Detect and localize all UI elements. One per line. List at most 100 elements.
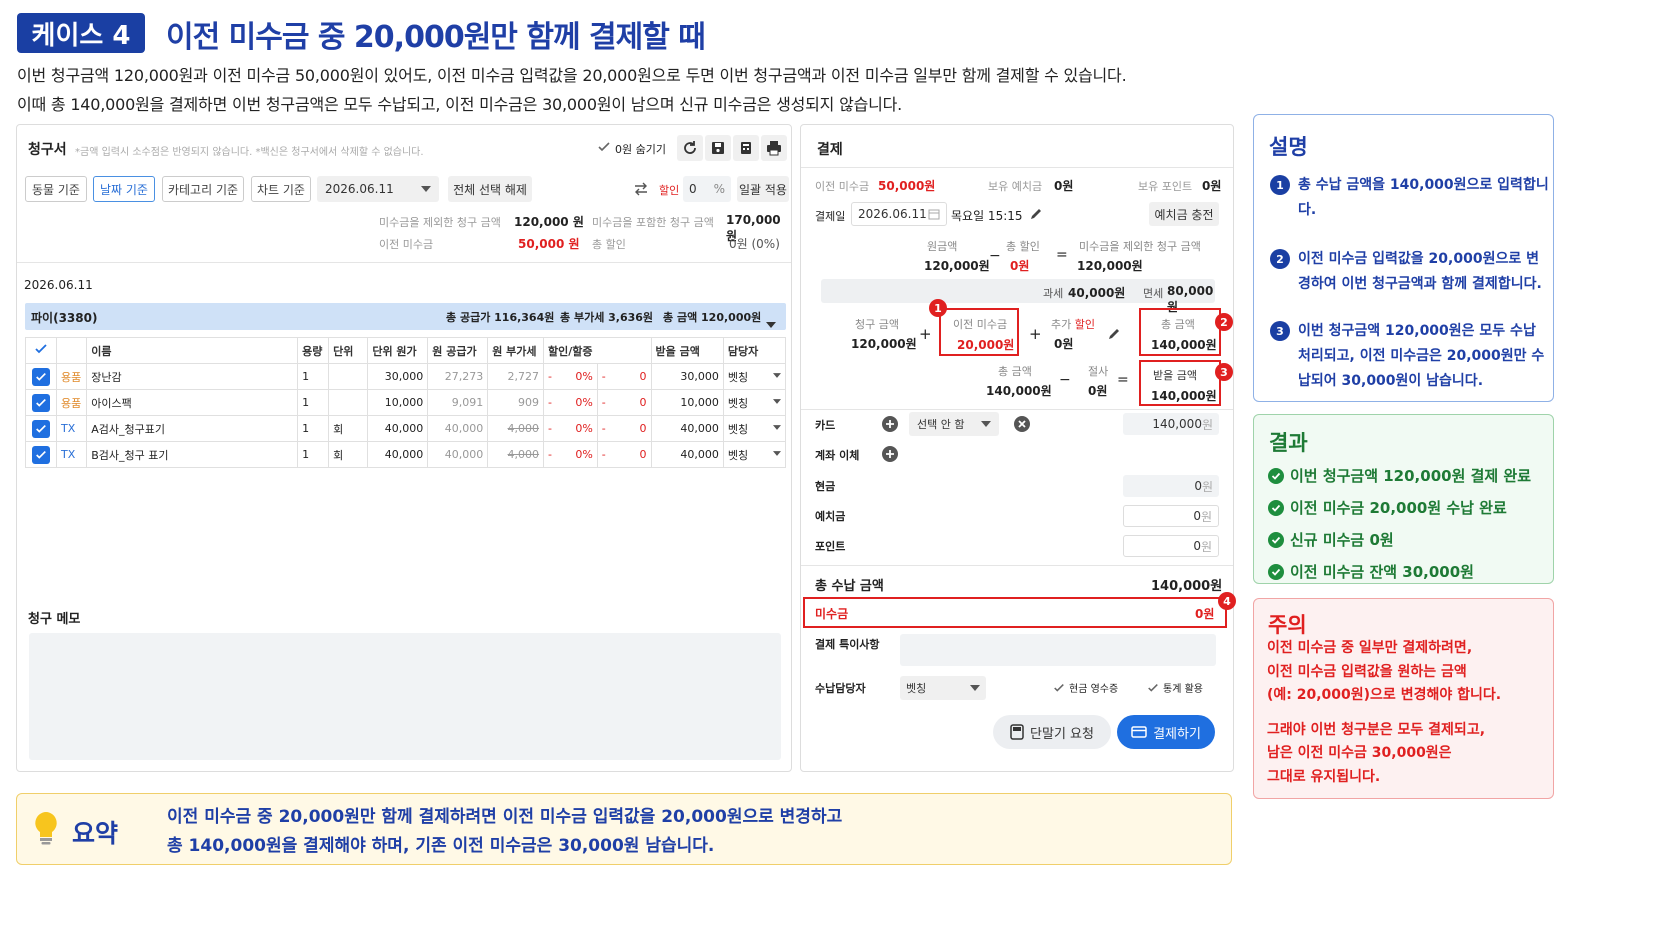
pencil-icon[interactable] <box>1029 206 1043 225</box>
chevron-down-icon <box>766 313 776 332</box>
points-label: 보유 포인트 <box>1138 180 1193 193</box>
card-select[interactable]: 선택 안 함 <box>909 412 999 436</box>
row-discount-amount[interactable]: -0 <box>596 441 652 468</box>
print-button[interactable] <box>761 135 787 161</box>
memo-textarea[interactable] <box>29 633 781 760</box>
card-amount-input[interactable]: 140,000 원 <box>1123 413 1219 435</box>
row-discount-pct[interactable]: 0% <box>562 389 598 416</box>
save-icon <box>712 142 724 154</box>
row-staff[interactable]: 벳칭 <box>722 363 787 390</box>
row-checkbox[interactable] <box>25 441 57 468</box>
row-qty: 1 <box>297 363 330 390</box>
row-cost: 10,000 <box>367 389 429 416</box>
receive-value: 140,000원 <box>1151 389 1217 403</box>
row-discount-minus: - <box>543 441 563 468</box>
row-type: TX <box>55 415 88 442</box>
calculator-button[interactable] <box>733 135 759 161</box>
row-name: B검사_청구 표기 <box>86 441 299 468</box>
filter-category[interactable]: 카테고리 기준 <box>162 176 244 202</box>
total-box: 총 금액 140,000원 <box>1139 308 1221 356</box>
pencil-icon[interactable] <box>1107 326 1121 345</box>
remove-card-button[interactable] <box>1013 415 1031 437</box>
cash-input[interactable]: 0원 <box>1123 475 1219 497</box>
pay-date-input[interactable]: 2026.06.11 <box>851 202 947 226</box>
explanation-list: 1 총 수납 금액을 140,000원으로 입력합니다. 2 이전 미수금 입력값을 … <box>1270 173 1550 416</box>
prev-unpaid-input-box[interactable]: 이전 미수금 20,000원 <box>939 308 1019 356</box>
caution-box: 주의 이전 미수금 중 일부만 결제하려면, 이전 미수금 입력값을 원하는 금… <box>1253 598 1554 799</box>
table-row[interactable]: 용품 장난감 1 30,000 27,273 2,727-0% -0 30,000 벳칭 <box>25 363 787 390</box>
row-discount-amount[interactable]: -0 <box>596 415 652 442</box>
table-row[interactable]: 용품 아이스팩 1 10,000 9,091 909-0% -0 10,000 벳칭 <box>25 389 787 416</box>
row-discount-amount[interactable]: -0 <box>596 363 652 390</box>
cash-receipt-toggle[interactable]: 현금 영수증 <box>1053 680 1118 695</box>
refresh-icon <box>684 141 696 154</box>
date-select[interactable]: 2026.06.11 <box>317 176 439 202</box>
row-checkbox[interactable] <box>25 389 57 416</box>
points-input[interactable]: 0원 <box>1123 535 1219 557</box>
terminal-request-button[interactable]: 단말기 요청 <box>993 715 1111 749</box>
row-discount-pct[interactable]: 0% <box>562 363 598 390</box>
filter-chart[interactable]: 차트 기준 <box>251 176 311 202</box>
group-supply: 총 공급가 116,364원 <box>446 311 555 324</box>
row-checkbox[interactable] <box>25 363 57 390</box>
cash-value: 0 <box>1194 479 1202 493</box>
card-label: 카드 <box>815 419 836 432</box>
swap-icon[interactable] <box>634 181 648 200</box>
row-cost: 40,000 <box>367 441 429 468</box>
row-unit: 회 <box>328 415 369 442</box>
summary-title: 요약 <box>72 819 119 848</box>
receive-box: 받을 금액 140,000원 <box>1139 360 1221 406</box>
check-icon <box>32 393 50 412</box>
row-cost: 40,000 <box>367 415 429 442</box>
row-discount-amount[interactable]: -0 <box>596 389 652 416</box>
deposit-pay-label: 예치금 <box>815 510 846 523</box>
filter-date[interactable]: 날짜 기준 <box>93 176 155 202</box>
staff-select[interactable]: 벳칭 <box>900 676 986 700</box>
row-staff[interactable]: 벳칭 <box>722 389 787 416</box>
hide-zero-label: 0원 숨기기 <box>615 142 666 156</box>
result-item: 이전 미수금 20,000원 수납 완료 <box>1268 497 1531 518</box>
deposit-charge-button[interactable]: 예치금 충전 <box>1149 202 1219 226</box>
row-discount-minus: - <box>543 363 563 390</box>
save-button[interactable] <box>705 135 731 161</box>
pay-button[interactable]: 결제하기 <box>1117 715 1215 749</box>
filter-animal[interactable]: 동물 기준 <box>25 176 87 202</box>
invoice-title: 청구서 <box>28 142 67 158</box>
row-unit: 회 <box>328 441 369 468</box>
special-input[interactable] <box>900 634 1216 666</box>
caution-text: 이전 미수금 중 일부만 결제하려면, 이전 미수금 입력값을 원하는 금액 (… <box>1267 637 1501 789</box>
select-all-checkbox[interactable] <box>25 337 57 364</box>
row-amount[interactable]: 40,000 <box>650 415 724 442</box>
apply-all-button[interactable]: 일괄 적용 <box>737 176 789 202</box>
stats-toggle[interactable]: 통계 활용 <box>1147 680 1203 695</box>
total-discount-label: 총 할인 <box>592 238 626 251</box>
deposit-input[interactable]: 0원 <box>1123 505 1219 527</box>
row-amount[interactable]: 30,000 <box>650 363 724 390</box>
refresh-button[interactable] <box>677 135 703 161</box>
row-checkbox[interactable] <box>25 415 57 442</box>
calendar-icon <box>928 209 940 220</box>
add-card-button[interactable] <box>881 415 899 437</box>
row-staff[interactable]: 벳칭 <box>722 415 787 442</box>
row-amount[interactable]: 10,000 <box>650 389 724 416</box>
row-amount[interactable]: 40,000 <box>650 441 724 468</box>
col-unit: 단위 <box>328 337 369 364</box>
row-staff[interactable]: 벳칭 <box>722 441 787 468</box>
discount-input[interactable]: 0 % <box>683 176 731 202</box>
deselect-all-button[interactable]: 전체 선택 해제 <box>448 176 532 202</box>
row-discount-pct[interactable]: 0% <box>562 415 598 442</box>
points-pay-label: 포인트 <box>815 540 846 553</box>
row-qty: 1 <box>297 415 330 442</box>
row-discount-pct[interactable]: 0% <box>562 441 598 468</box>
table-row[interactable]: TX A검사_청구표기 1 회 40,000 40,000 4,000-0% -0 40,000… <box>25 415 787 442</box>
hide-zero-toggle[interactable]: 0원 숨기기 <box>597 140 666 157</box>
group-header[interactable]: 파이(3380) 총 공급가 116,364원 총 부가세 3,636원 총 금… <box>25 303 786 330</box>
row-name: A검사_청구표기 <box>86 415 299 442</box>
table-row[interactable]: TX B검사_청구 표기 1 회 40,000 40,000 4,000-0% -0 40,00… <box>25 441 787 468</box>
plus-sign: + <box>919 325 932 343</box>
result-text: 이번 청구금액 120,000원 결제 완료 <box>1290 467 1532 485</box>
excl-value: 120,000 원 <box>514 215 584 229</box>
check-circle-icon <box>1268 499 1284 516</box>
caution-line: 남은 이전 미수금 30,000원은 <box>1267 745 1452 761</box>
add-transfer-button[interactable] <box>881 445 899 467</box>
